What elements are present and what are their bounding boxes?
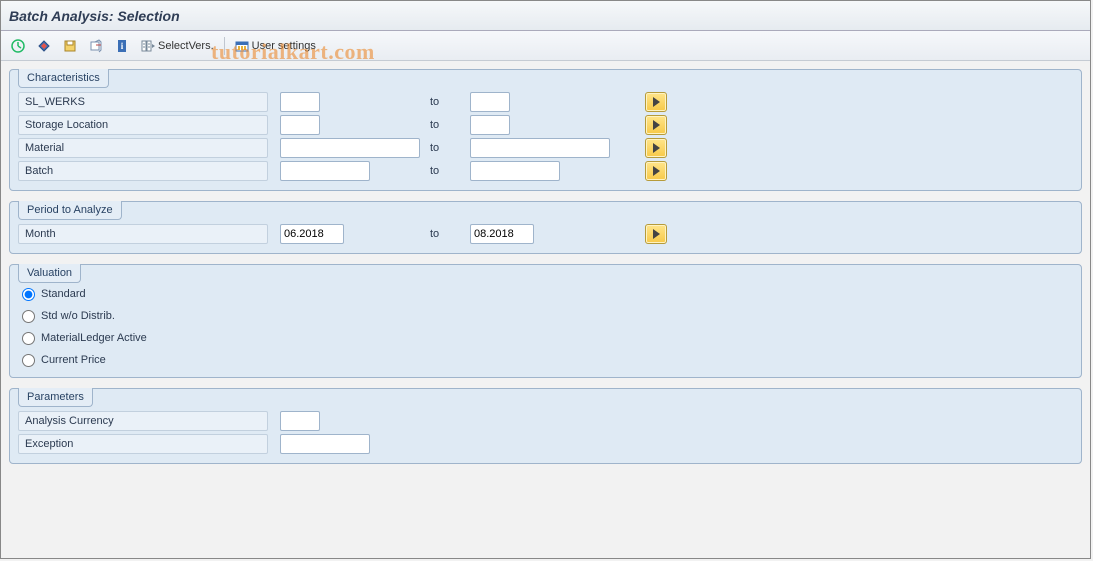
info-button[interactable]: i — [111, 35, 133, 57]
arrow-right-icon — [653, 97, 660, 107]
to-label: to — [430, 165, 470, 177]
select-version-button[interactable]: SelectVers. — [137, 35, 218, 57]
drilldown-button[interactable] — [33, 35, 55, 57]
user-settings-button[interactable]: User settings — [231, 35, 320, 57]
input-sl-werks-from[interactable] — [280, 92, 320, 112]
radio-current-price[interactable] — [22, 354, 35, 367]
radio-std-wo-distrib[interactable] — [22, 310, 35, 323]
radio-current-price-label: Current Price — [41, 354, 106, 366]
user-settings-label: User settings — [252, 40, 316, 52]
toolbar: i SelectVers. User settings — [1, 31, 1090, 61]
input-analysis-currency[interactable] — [280, 411, 320, 431]
variant-button[interactable] — [85, 35, 107, 57]
label-storage-location: Storage Location — [18, 115, 268, 135]
input-stloc-from[interactable] — [280, 115, 320, 135]
group-characteristics-title: Characteristics — [18, 69, 109, 88]
arrow-right-icon — [653, 166, 660, 176]
group-parameters-title: Parameters — [18, 388, 93, 407]
radio-standard[interactable] — [22, 288, 35, 301]
input-batch-from[interactable] — [280, 161, 370, 181]
radio-std-wo-distrib-label: Std w/o Distrib. — [41, 310, 115, 322]
label-exception: Exception — [18, 434, 268, 454]
radio-material-ledger-label: MaterialLedger Active — [41, 332, 147, 344]
input-month-to[interactable] — [470, 224, 534, 244]
select-version-label: SelectVers. — [158, 40, 214, 52]
multi-select-material[interactable] — [645, 138, 667, 158]
radio-material-ledger[interactable] — [22, 332, 35, 345]
group-valuation: Valuation Standard Std w/o Distrib. Mate… — [9, 264, 1082, 378]
input-month-from[interactable] — [280, 224, 344, 244]
arrow-right-icon — [653, 120, 660, 130]
input-exception[interactable] — [280, 434, 370, 454]
radio-standard-label: Standard — [41, 288, 86, 300]
group-period: Period to Analyze Month to — [9, 201, 1082, 254]
multi-select-month[interactable] — [645, 224, 667, 244]
save-button[interactable] — [59, 35, 81, 57]
page-title: Batch Analysis: Selection — [9, 8, 180, 24]
group-period-title: Period to Analyze — [18, 201, 122, 220]
input-sl-werks-to[interactable] — [470, 92, 510, 112]
group-parameters: Parameters Analysis Currency Exception — [9, 388, 1082, 464]
input-material-from[interactable] — [280, 138, 420, 158]
toolbar-separator — [224, 37, 225, 55]
label-material: Material — [18, 138, 268, 158]
label-analysis-currency: Analysis Currency — [18, 411, 268, 431]
input-material-to[interactable] — [470, 138, 610, 158]
multi-select-stloc[interactable] — [645, 115, 667, 135]
arrow-right-icon — [653, 229, 660, 239]
to-label: to — [430, 96, 470, 108]
input-batch-to[interactable] — [470, 161, 560, 181]
arrow-right-icon — [653, 143, 660, 153]
multi-select-sl-werks[interactable] — [645, 92, 667, 112]
label-month: Month — [18, 224, 268, 244]
to-label: to — [430, 228, 470, 240]
execute-button[interactable] — [7, 35, 29, 57]
to-label: to — [430, 119, 470, 131]
to-label: to — [430, 142, 470, 154]
multi-select-batch[interactable] — [645, 161, 667, 181]
input-stloc-to[interactable] — [470, 115, 510, 135]
group-characteristics: Characteristics SL_WERKS to Storage Loca… — [9, 69, 1082, 191]
label-sl-werks: SL_WERKS — [18, 92, 268, 112]
label-batch: Batch — [18, 161, 268, 181]
title-bar: Batch Analysis: Selection — [1, 1, 1090, 31]
group-valuation-title: Valuation — [18, 264, 81, 283]
